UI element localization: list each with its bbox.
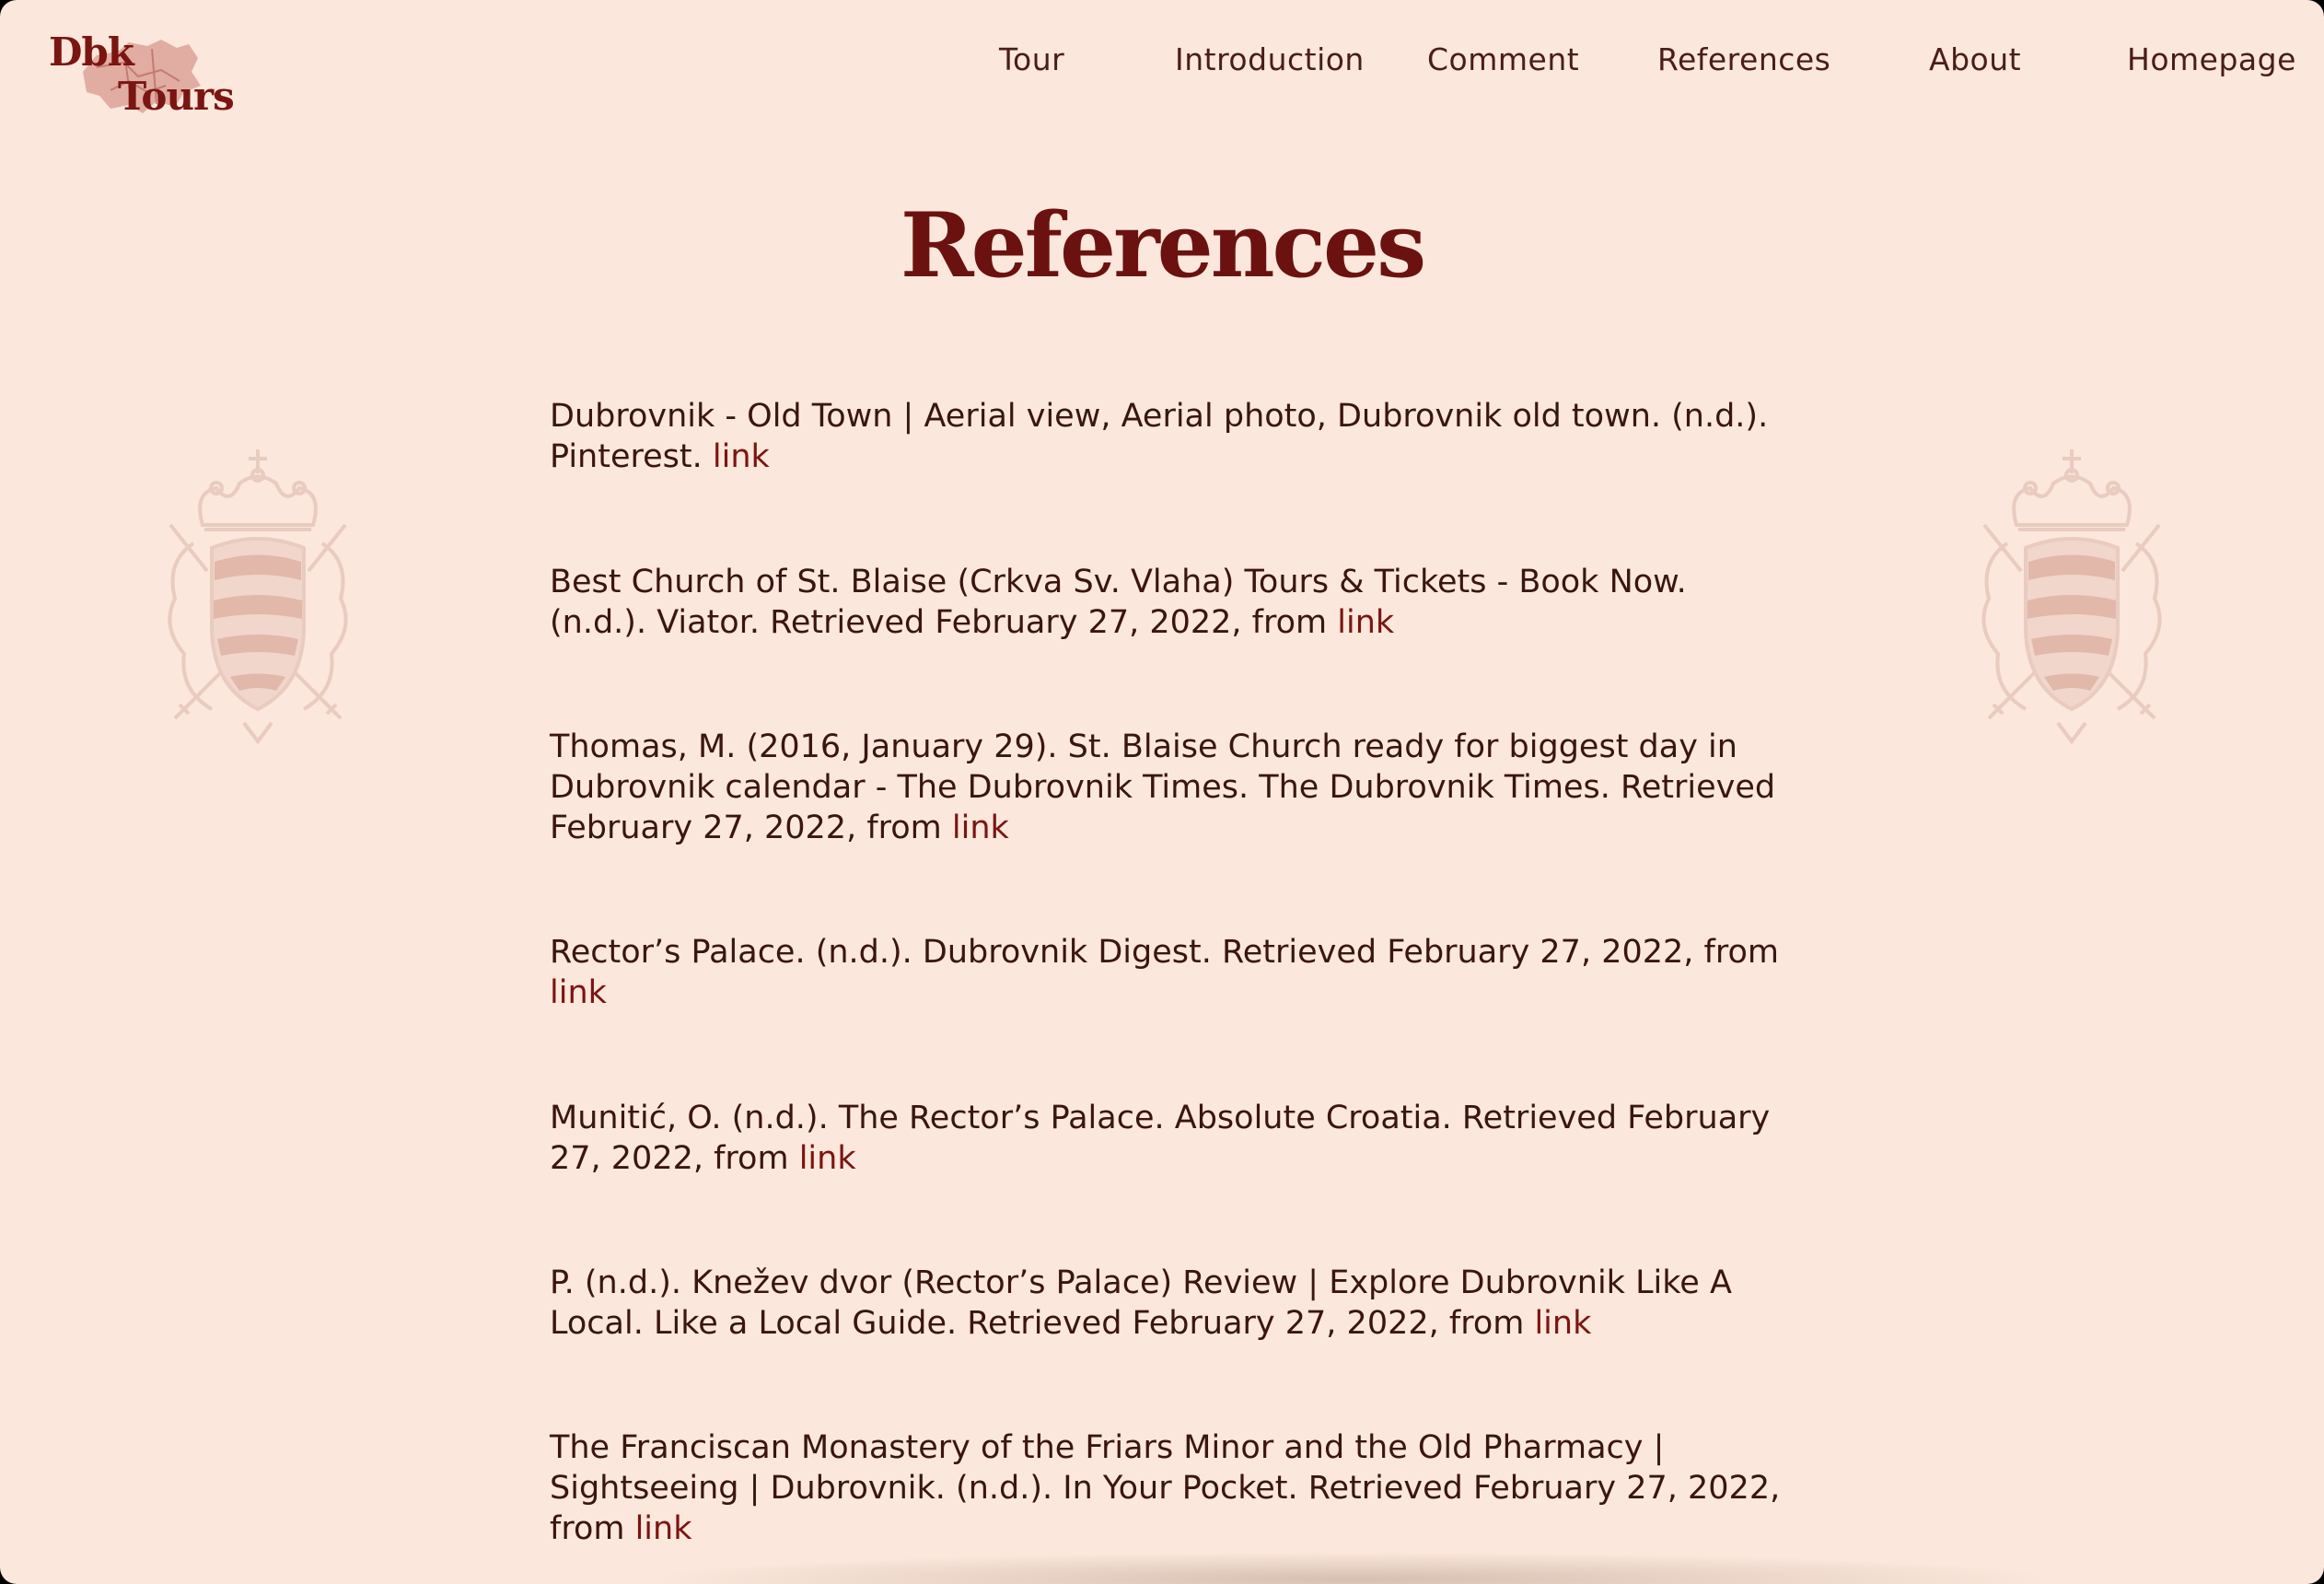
reference-link[interactable]: link [1337,604,1394,641]
reference-text: Munitić, O. (n.d.). The Rector’s Palace.… [550,1100,1771,1177]
reference-link[interactable]: link [952,809,1009,846]
reference-link[interactable]: link [799,1140,856,1177]
bottom-shadow [645,1552,2063,1584]
reference-item: Thomas, M. (2016, January 29). St. Blais… [550,727,1784,848]
reference-link[interactable]: link [713,438,770,475]
reference-item: P. (n.d.). Knežev dvor (Rector’s Palace)… [550,1263,1784,1344]
coat-of-arms-left-icon [168,449,348,745]
nav-about[interactable]: About [1929,41,2021,77]
nav-tour[interactable]: Tour [999,41,1064,77]
page-title: References [900,193,1426,297]
reference-item: Munitić, O. (n.d.). The Rector’s Palace.… [550,1098,1784,1179]
reference-text: Thomas, M. (2016, January 29). St. Blais… [550,728,1776,846]
nav-introduction[interactable]: Introduction [1175,41,1365,77]
reference-text: Rector’s Palace. (n.d.). Dubrovnik Diges… [550,934,1779,971]
nav-references[interactable]: References [1657,41,1830,77]
nav-comment[interactable]: Comment [1427,41,1579,77]
main-nav: Tour Introduction Comment References Abo… [0,41,2324,86]
nav-homepage[interactable]: Homepage [2127,41,2296,77]
reference-link[interactable]: link [1534,1305,1591,1342]
browser-window: Dbk Tours Tour Introduction Comment Refe… [0,0,2324,1584]
reference-link[interactable]: link [635,1510,692,1547]
coat-of-arms-right-icon [1981,449,2162,745]
reference-item: The Franciscan Monastery of the Friars M… [550,1427,1784,1549]
reference-item: Best Church of St. Blaise (Crkva Sv. Vla… [550,562,1784,643]
reference-link[interactable]: link [550,974,607,1011]
reference-item: Rector’s Palace. (n.d.). Dubrovnik Diges… [550,932,1784,1013]
reference-item: Dubrovnik - Old Town | Aerial view, Aeri… [550,396,1784,477]
reference-text: The Franciscan Monastery of the Friars M… [550,1429,1781,1547]
reference-text: Best Church of St. Blaise (Crkva Sv. Vla… [550,564,1687,641]
